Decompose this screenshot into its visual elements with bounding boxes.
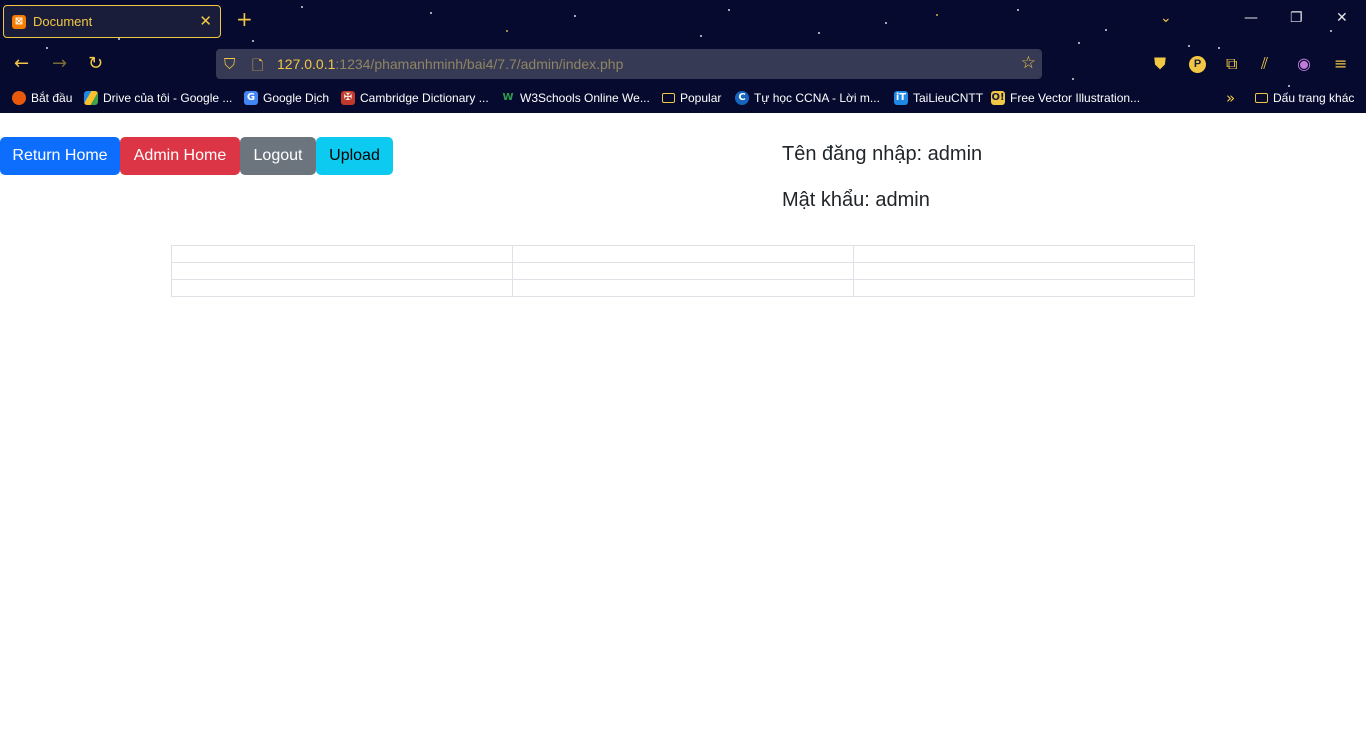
w3schools-icon: W	[502, 92, 514, 103]
url-path: :1234/phamanhminh/bai4/7.7/admin/index.p…	[335, 56, 624, 72]
bookmark-label: Tự học CCNA - Lời m...	[754, 91, 880, 105]
new-tab-icon[interactable]: +	[236, 9, 253, 29]
bookmark-item[interactable]: O! Free Vector Illustration...	[991, 91, 1140, 105]
table-cell	[853, 245, 1195, 263]
tab-title: Document	[33, 14, 93, 29]
shield-icon[interactable]: ⛉	[224, 55, 235, 73]
url-host: 127.0.0.1	[277, 56, 336, 72]
star-decoration	[574, 15, 576, 17]
ccna-icon: C	[735, 91, 749, 105]
chevron-down-icon[interactable]: ⌄	[1160, 10, 1172, 26]
star-decoration	[728, 9, 730, 11]
bookmark-label: Cambridge Dictionary ...	[360, 91, 489, 105]
table-cell	[853, 262, 1195, 280]
extensions-icon[interactable]: ⧉	[1226, 55, 1237, 73]
star-decoration	[1078, 42, 1080, 44]
bookmark-item[interactable]: W W3Schools Online We...	[501, 91, 650, 105]
table-cell	[171, 262, 513, 280]
table-cell	[171, 245, 513, 263]
star-decoration	[1188, 45, 1190, 47]
admin-home-button[interactable]: Admin Home	[120, 137, 240, 175]
star-decoration	[1072, 78, 1074, 80]
star-decoration	[1218, 47, 1220, 49]
bookmark-label: TaiLieuCNTT	[913, 91, 984, 105]
back-arrow-icon[interactable]: ←	[14, 54, 29, 74]
browser-chrome: ⊠ Document ✕ + ⌄ — ❐ ✕ ← → ↻ ⛉ 🗋 127.0.0…	[0, 0, 1366, 113]
bookmark-label: Dấu trang khác	[1273, 91, 1355, 105]
table-cell	[853, 279, 1195, 297]
folder-icon	[662, 93, 675, 103]
bookmark-item[interactable]: Drive của tôi - Google ...	[84, 91, 232, 105]
table-cell	[171, 279, 513, 297]
bookmark-label: Free Vector Illustration...	[1010, 91, 1141, 105]
table-row	[171, 245, 1195, 263]
table-cell	[512, 279, 854, 297]
library-icon[interactable]: ⫽	[1261, 55, 1268, 73]
data-table	[171, 245, 1195, 297]
table-cell	[512, 262, 854, 280]
close-window-icon[interactable]: ✕	[1336, 10, 1348, 26]
upload-button[interactable]: Upload	[316, 137, 393, 175]
folder-icon	[1255, 93, 1268, 103]
bookmark-label: Drive của tôi - Google ...	[103, 91, 233, 105]
browser-tab[interactable]: ⊠ Document ✕	[3, 5, 221, 38]
forward-arrow-icon[interactable]: →	[52, 54, 67, 74]
table-row	[171, 279, 1195, 297]
star-decoration	[46, 47, 48, 49]
minimize-icon[interactable]: —	[1244, 10, 1258, 26]
close-icon[interactable]: ✕	[199, 12, 212, 30]
bookmark-item[interactable]: Popular	[662, 91, 721, 105]
table-cell	[512, 245, 854, 263]
username-info: Tên đăng nhập: admin	[782, 143, 983, 165]
bookmark-label: Popular	[680, 91, 722, 105]
star-decoration	[700, 35, 702, 37]
star-decoration	[1330, 30, 1332, 32]
page-info-icon[interactable]: 🗋	[252, 55, 263, 79]
star-decoration	[885, 22, 887, 24]
pocket-icon[interactable]: ⛊	[1154, 55, 1166, 73]
bookmark-label: Bắt đầu	[31, 91, 73, 105]
restore-icon[interactable]: ❐	[1290, 10, 1303, 26]
profile-avatar[interactable]: P	[1189, 56, 1206, 73]
vector-icon: O!	[991, 91, 1005, 105]
tailieu-icon: iT	[894, 91, 908, 105]
menu-icon[interactable]: ≡	[1334, 55, 1347, 73]
star-decoration	[118, 38, 120, 40]
broadcast-icon[interactable]: ◉	[1297, 55, 1311, 73]
url-bar[interactable]: ⛉ 🗋 127.0.0.1:1234/phamanhminh/bai4/7.7/…	[216, 49, 1042, 79]
star-decoration	[506, 30, 508, 32]
cambridge-icon: ✠	[341, 91, 355, 105]
chevron-double-right-icon[interactable]: »	[1226, 89, 1235, 107]
star-decoration	[430, 12, 432, 14]
bookmark-item[interactable]: G Google Dịch	[244, 91, 329, 105]
bookmark-item[interactable]: iT TaiLieuCNTT	[894, 91, 983, 105]
password-info: Mật khẩu: admin	[782, 189, 930, 211]
other-bookmarks[interactable]: Dấu trang khác	[1255, 91, 1354, 105]
star-decoration	[301, 6, 303, 8]
return-home-button[interactable]: Return Home	[0, 137, 120, 175]
star-decoration	[818, 32, 820, 34]
bookmark-item[interactable]: C Tự học CCNA - Lời m...	[735, 91, 880, 105]
bookmark-label: Google Dịch	[263, 91, 330, 105]
bookmark-item[interactable]: ✠ Cambridge Dictionary ...	[341, 91, 489, 105]
xampp-icon: ⊠	[12, 15, 26, 29]
star-decoration	[1017, 9, 1019, 11]
firefox-icon	[12, 91, 26, 105]
bookmark-item[interactable]: Bắt đầu	[12, 91, 72, 105]
url-text[interactable]: 127.0.0.1:1234/phamanhminh/bai4/7.7/admi…	[277, 56, 623, 72]
bookmarks-toolbar: Bắt đầu Drive của tôi - Google ... G Goog…	[0, 86, 1366, 110]
google-drive-icon	[84, 91, 98, 105]
star-decoration	[252, 40, 254, 42]
table-row	[171, 262, 1195, 280]
star-decoration	[936, 14, 938, 16]
reload-icon[interactable]: ↻	[88, 54, 103, 74]
bookmark-star-icon[interactable]: ☆	[1021, 53, 1036, 73]
bookmark-label: W3Schools Online We...	[520, 91, 650, 105]
star-decoration	[1105, 29, 1107, 31]
google-translate-icon: G	[244, 91, 258, 105]
logout-button[interactable]: Logout	[240, 137, 316, 175]
